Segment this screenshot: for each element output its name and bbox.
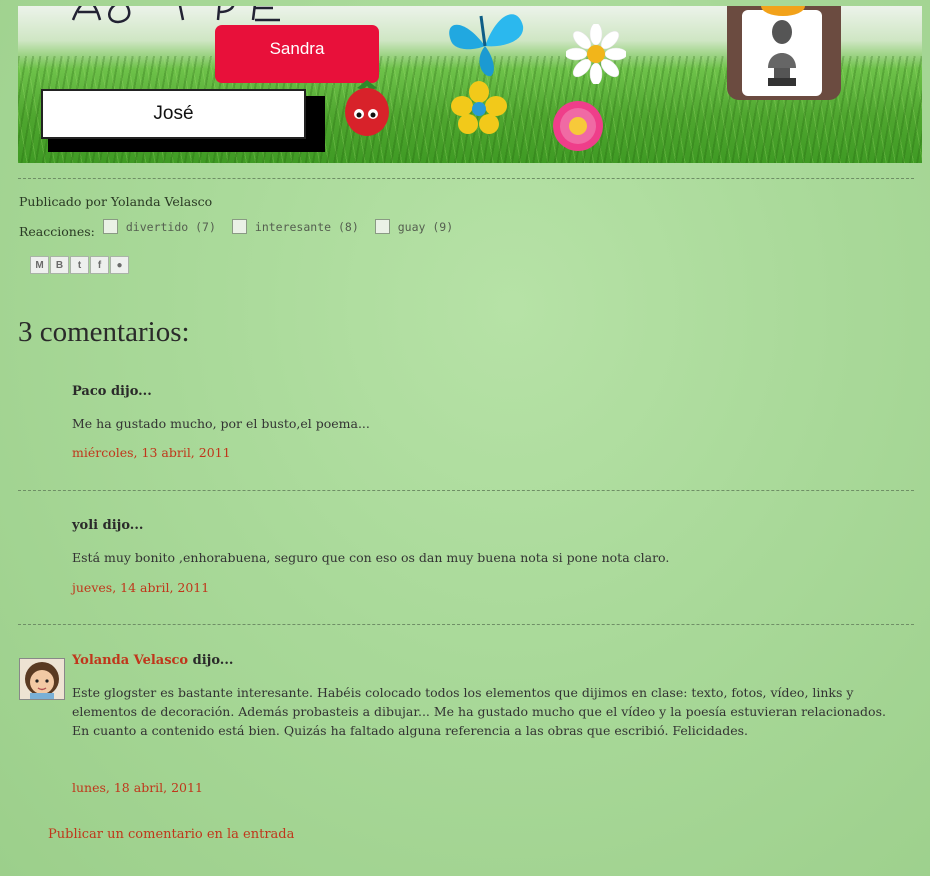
jose-button[interactable]: José (41, 89, 306, 139)
comment-author: yoli dijo... (72, 518, 144, 533)
comment-body: Este glogster es bastante interesante. H… (72, 685, 886, 738)
post-banner-image: Sandra José (18, 6, 922, 163)
bust-photo (742, 10, 822, 96)
buzz-icon[interactable]: ● (110, 256, 129, 274)
reaction-guay[interactable]: guay (9) (374, 219, 453, 234)
reaction-interesante[interactable]: interesante (8) (231, 219, 359, 234)
reaction-checkbox[interactable] (102, 219, 118, 234)
blog-icon[interactable]: B (50, 256, 69, 274)
strawberry-icon (345, 80, 389, 136)
comment-body: Me ha gustado mucho, por el busto,el poe… (72, 416, 370, 431)
comment-date-link[interactable]: jueves, 14 abril, 2011 (72, 580, 209, 595)
avatar[interactable] (19, 658, 65, 700)
comment-separator (18, 624, 914, 625)
blog-page: Sandra José Publicado por Yolanda Velasc… (0, 0, 930, 876)
email-icon[interactable]: M (30, 256, 49, 274)
comment-date-link[interactable]: miércoles, 13 abril, 2011 (72, 445, 231, 460)
comment-author: Yolanda Velasco dijo... (72, 653, 234, 668)
reactions-row: Reacciones: divertido (7) interesante (8… (19, 219, 469, 239)
share-buttons: M B t f ● (30, 256, 130, 274)
posted-by-text: Publicado por Yolanda Velasco (19, 194, 213, 209)
facebook-icon[interactable]: f (90, 256, 109, 274)
pink-flower-icon (553, 101, 603, 151)
publish-comment-link[interactable]: Publicar un comentario en la entrada (48, 827, 294, 842)
reaction-divertido[interactable]: divertido (7) (102, 219, 216, 234)
flower-icon (451, 81, 507, 134)
post-separator (18, 178, 914, 179)
comment-body: Está muy bonito ,enhorabuena, seguro que… (72, 550, 670, 565)
sandra-button[interactable]: Sandra (215, 25, 379, 83)
reactions-label: Reacciones: (19, 224, 95, 239)
butterfly-icon (449, 14, 524, 77)
comments-heading: 3 comentarios: (18, 316, 190, 348)
comment-author-link[interactable]: Yolanda Velasco (72, 653, 188, 668)
daisy-icon (566, 24, 626, 84)
reaction-checkbox[interactable] (374, 219, 390, 234)
comment-date-link[interactable]: lunes, 18 abril, 2011 (72, 780, 203, 795)
twitter-icon[interactable]: t (70, 256, 89, 274)
comment-author: Paco dijo... (72, 384, 152, 399)
comment-separator (18, 490, 914, 491)
reaction-checkbox[interactable] (231, 219, 247, 234)
